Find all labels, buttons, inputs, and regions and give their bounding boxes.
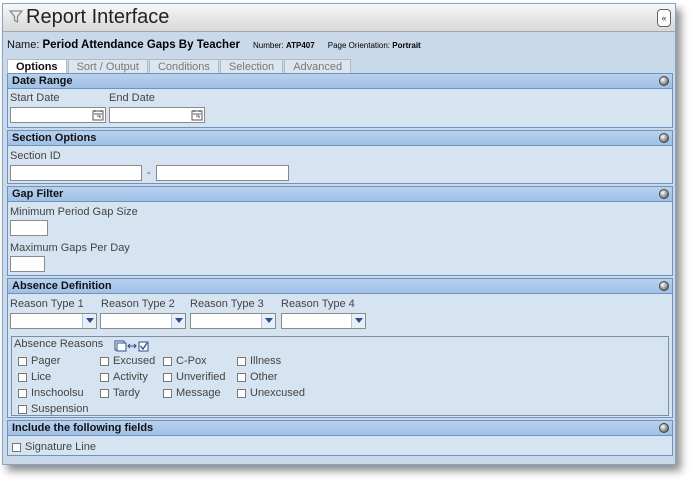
chevron-down-icon[interactable] <box>261 314 275 328</box>
reason-label: Illness <box>250 355 282 367</box>
window-title: Report Interface <box>26 6 170 28</box>
reason-label: Unverified <box>176 371 226 383</box>
reason-tardy-checkbox[interactable]: Tardy <box>100 387 140 399</box>
report-name: Period Attendance Gaps By Teacher <box>42 39 240 51</box>
chevron-down-icon[interactable] <box>82 314 96 328</box>
reason-type-1-label: Reason Type 1 <box>10 298 84 310</box>
reason-other-checkbox[interactable]: Other <box>237 371 278 383</box>
end-date-label: End Date <box>109 92 155 104</box>
section-options-section: Section Options Section ID - <box>7 130 673 184</box>
date-range-title: Date Range <box>12 75 73 87</box>
date-range-header[interactable]: Date Range <box>8 74 672 89</box>
section-options-title: Section Options <box>12 132 97 144</box>
reason-inschoolsu-checkbox[interactable]: Inschoolsu <box>18 387 84 399</box>
circle-toggle-icon[interactable] <box>659 281 669 291</box>
reason-label: Tardy <box>113 387 140 399</box>
circle-toggle-icon[interactable] <box>659 76 669 86</box>
name-label: Name: <box>7 39 40 51</box>
gap-filter-section: Gap Filter Minimum Period Gap Size Maxim… <box>7 186 673 276</box>
reason-label: Lice <box>31 371 52 383</box>
orientation-label: Page Orientation: <box>327 41 391 50</box>
report-orientation: Portrait <box>392 41 421 50</box>
report-name-bar: Name: Period Attendance Gaps By Teacher … <box>3 32 675 58</box>
reason-suspension-checkbox[interactable]: Suspension <box>18 403 89 415</box>
reason-label: C-Pox <box>176 355 207 367</box>
absence-reasons-label: Absence Reasons <box>14 338 104 350</box>
end-date-input[interactable] <box>109 107 205 123</box>
reason-type-3-label: Reason Type 3 <box>190 298 264 310</box>
absence-definition-header[interactable]: Absence Definition <box>8 279 672 294</box>
reason-label: Excused <box>113 355 156 367</box>
absence-definition-section: Absence Definition Reason Type 1 Reason … <box>7 278 673 418</box>
date-range-section: Date Range Start Date End Date <box>7 73 673 128</box>
reason-pager-checkbox[interactable]: Pager <box>18 355 60 367</box>
reason-label: Suspension <box>31 403 89 415</box>
reason-excused-checkbox[interactable]: Excused <box>100 355 155 367</box>
calendar-icon[interactable] <box>191 109 203 121</box>
circle-toggle-icon[interactable] <box>659 133 669 143</box>
funnel-icon <box>9 10 23 23</box>
min-gap-input[interactable] <box>10 220 48 236</box>
chevron-down-icon[interactable] <box>351 314 365 328</box>
reason-label: Pager <box>31 355 61 367</box>
reason-illness-checkbox[interactable]: Illness <box>237 355 281 367</box>
reason-type-2-select[interactable] <box>100 313 186 329</box>
report-number: ATP407 <box>285 41 315 50</box>
reason-label: Unexcused <box>250 387 306 399</box>
reason-activity-checkbox[interactable]: Activity <box>100 371 148 383</box>
chevron-down-icon[interactable] <box>171 314 185 328</box>
reason-unverified-checkbox[interactable]: Unverified <box>163 371 226 383</box>
reason-type-3-select[interactable] <box>190 313 276 329</box>
reason-label: Message <box>176 387 221 399</box>
gap-filter-title: Gap Filter <box>12 188 64 200</box>
section-id-to-input[interactable] <box>156 165 289 181</box>
start-date-input[interactable] <box>10 107 106 123</box>
gap-filter-header[interactable]: Gap Filter <box>8 187 672 202</box>
select-toggle-icon[interactable] <box>114 340 150 352</box>
absence-definition-title: Absence Definition <box>12 280 112 292</box>
signature-line-label: Signature Line <box>25 441 96 453</box>
circle-toggle-icon[interactable] <box>659 189 669 199</box>
reason-type-4-label: Reason Type 4 <box>281 298 355 310</box>
reason-label: Inschoolsu <box>31 387 84 399</box>
max-gaps-label: Maximum Gaps Per Day <box>10 242 130 254</box>
range-dash: - <box>147 167 151 179</box>
title-bar: Report Interface « <box>3 4 675 32</box>
reason-type-2-label: Reason Type 2 <box>101 298 175 310</box>
start-date-label: Start Date <box>10 92 60 104</box>
min-gap-label: Minimum Period Gap Size <box>10 206 138 218</box>
section-options-header[interactable]: Section Options <box>8 131 672 146</box>
absence-reasons-box: Absence Reasons Pager Excused C-Pox Illn… <box>11 336 669 416</box>
number-label: Number: <box>253 41 284 50</box>
reason-message-checkbox[interactable]: Message <box>163 387 221 399</box>
circle-toggle-icon[interactable] <box>659 423 669 433</box>
section-id-label: Section ID <box>10 150 61 162</box>
signature-line-checkbox[interactable]: Signature Line <box>12 441 96 453</box>
include-fields-header[interactable]: Include the following fields <box>8 421 672 436</box>
collapse-panel-button[interactable]: « <box>657 9 671 27</box>
calendar-icon[interactable] <box>92 109 104 121</box>
section-id-from-input[interactable] <box>10 165 142 181</box>
reason-label: Other <box>250 371 278 383</box>
max-gaps-input[interactable] <box>10 256 45 272</box>
include-fields-section: Include the following fields Signature L… <box>7 420 673 456</box>
reason-type-4-select[interactable] <box>281 313 366 329</box>
report-interface-window: Report Interface « Name: Period Attendan… <box>2 3 676 465</box>
include-fields-title: Include the following fields <box>12 422 154 434</box>
reason-cpox-checkbox[interactable]: C-Pox <box>163 355 207 367</box>
reason-type-1-select[interactable] <box>10 313 97 329</box>
reason-unexcused-checkbox[interactable]: Unexcused <box>237 387 305 399</box>
reason-label: Activity <box>113 371 148 383</box>
reason-lice-checkbox[interactable]: Lice <box>18 371 51 383</box>
